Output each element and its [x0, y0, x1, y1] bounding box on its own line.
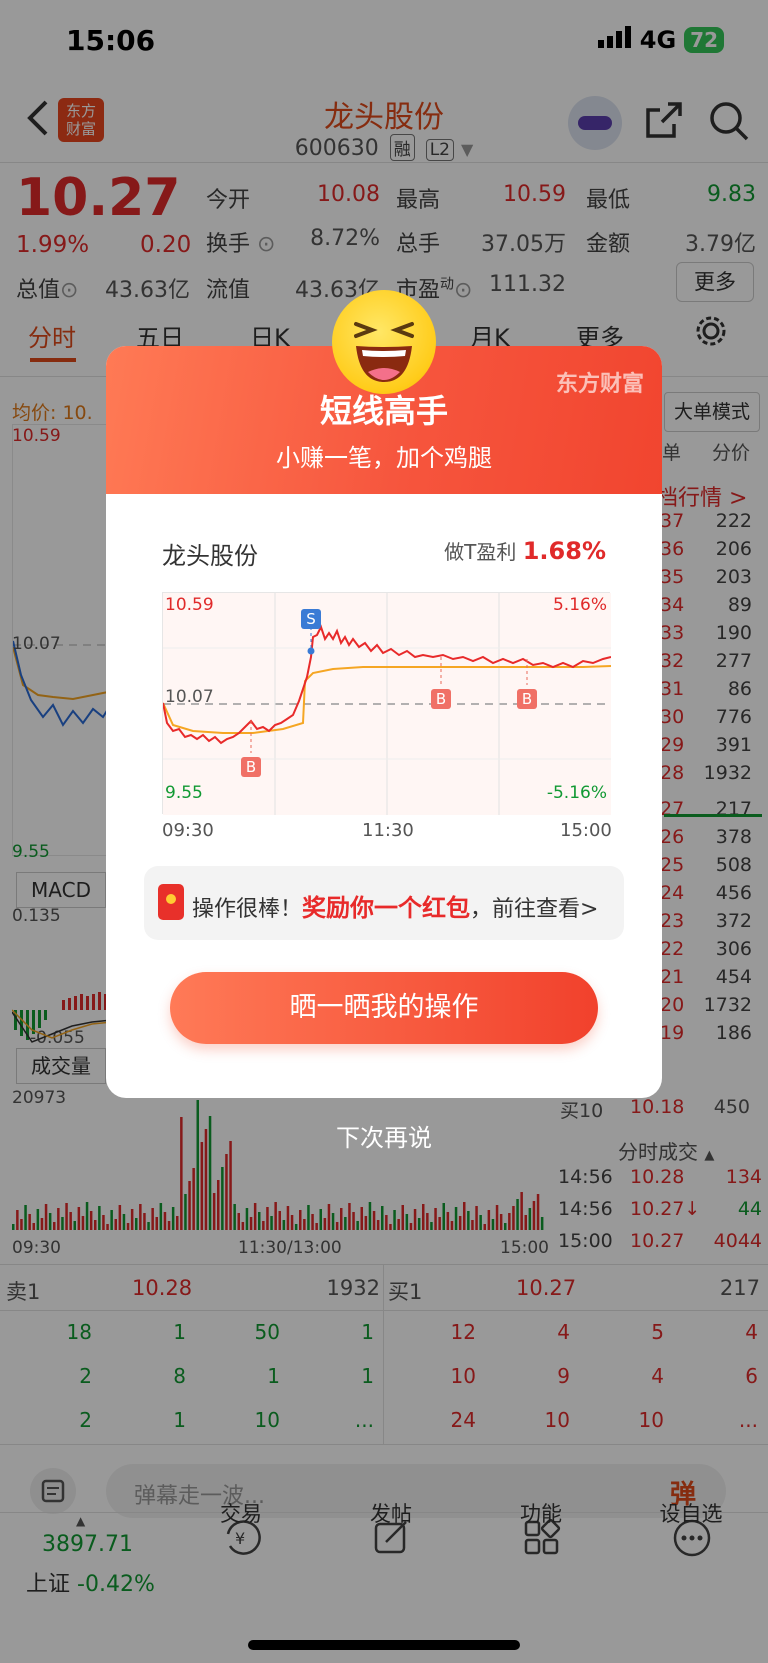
trade-chart-y-top: 10.59 [165, 595, 214, 615]
laughing-face-icon [332, 290, 436, 394]
trade-chart-y-mid: 10.07 [165, 687, 214, 707]
buy-marker: B [241, 757, 261, 777]
achievement-modal: 东方财富 短线高手 小赚一笔，加个鸡腿 龙头股份 做T盈利 1.68% 10.5… [106, 346, 662, 1098]
later-button[interactable]: 下次再说 [0, 1118, 768, 1153]
trade-chart-y-low: 9.55 [165, 783, 203, 803]
reward-highlight: 奖励你一个红包 [302, 894, 471, 922]
modal-stock-name: 龙头股份 [162, 542, 258, 570]
buy-marker: B [517, 689, 537, 709]
sell-marker: S [301, 609, 321, 629]
reward-text: 操作很棒！奖励你一个红包，前往查看> [192, 894, 599, 922]
profit-value: 1.68% [522, 537, 606, 565]
trade-chart-pct-low: -5.16% [546, 783, 607, 803]
trade-chart-x-start: 09:30 [162, 820, 214, 841]
red-packet-icon [158, 884, 184, 920]
trade-chart-pct-top: 5.16% [552, 595, 607, 615]
modal-subtitle: 小赚一笔，加个鸡腿 [276, 444, 492, 472]
profit-line: 做T盈利 1.68% [444, 537, 606, 565]
trade-chart-x-end: 15:00 [560, 820, 612, 841]
share-operation-button[interactable]: 晒一晒我的操作 [170, 972, 598, 1044]
buy-marker: B [431, 689, 451, 709]
home-indicator [248, 1640, 520, 1650]
trade-chart: 10.59 10.07 9.55 5.16% -5.16% B B B S [162, 592, 612, 815]
trade-chart-x-mid: 11:30 [362, 820, 414, 841]
red-packet-reward-bar[interactable]: 操作很棒！奖励你一个红包，前往查看> [144, 866, 624, 940]
